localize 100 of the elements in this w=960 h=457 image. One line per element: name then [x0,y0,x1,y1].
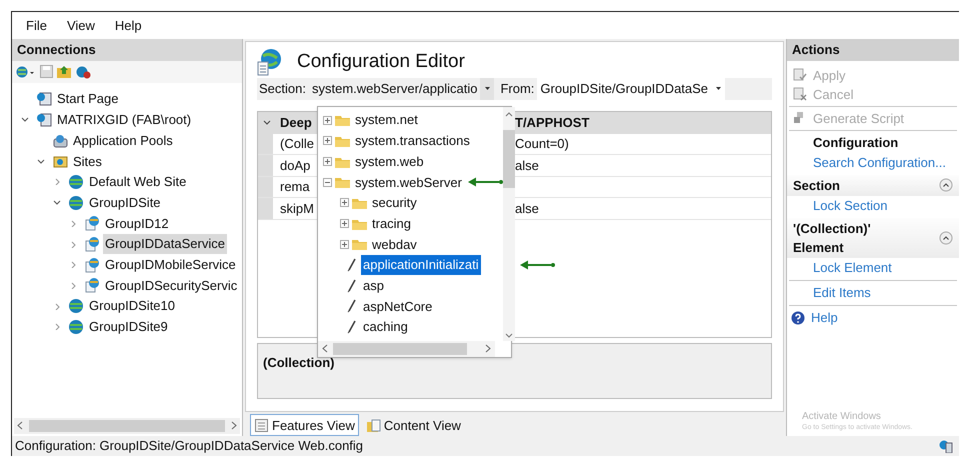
menu-item[interactable]: File [26,16,47,36]
collapsed-icon[interactable] [54,178,60,186]
action-heading: Configuration [813,134,898,152]
collapsed-icon[interactable] [54,302,60,310]
horizontal-scrollbar[interactable] [318,340,495,357]
section-item[interactable]: system.transactions [353,131,472,151]
tree-item[interactable]: GroupIDDataService [103,234,227,254]
section-label: Section: [259,80,306,98]
collapsed-icon[interactable] [70,261,76,268]
pen-icon [346,320,358,334]
pen-icon [346,278,358,293]
scroll-right-icon[interactable] [485,344,491,354]
action-link[interactable]: Lock Section [813,196,888,216]
folder-icon [335,134,350,147]
tree-item[interactable]: Sites [71,152,104,172]
expand-icon[interactable] [340,240,349,249]
tree-item[interactable]: MATRIXGID (FAB\root) [55,110,194,130]
scroll-left-icon[interactable] [322,344,328,354]
expand-icon[interactable] [323,116,332,125]
section-item[interactable]: tracing [370,214,414,234]
section-item[interactable]: system.webServer [353,172,464,192]
section-item[interactable]: system.web [353,152,426,172]
scroll-thumb[interactable] [333,342,467,355]
tree-item[interactable]: GroupIDSite10 [87,296,177,316]
status-text: Configuration: GroupIDSite/GroupIDDataService Web.config [15,437,364,456]
scrollbar[interactable] [14,418,240,434]
section-item[interactable]: security [370,193,419,213]
folder-icon [335,114,350,126]
scroll-thumb[interactable] [502,130,515,188]
action-link[interactable]: Edit Items [813,283,871,303]
caret-icon [716,87,721,90]
property-value: alse [515,156,539,175]
collapsed-icon[interactable] [70,240,76,248]
cancel-icon [793,87,807,102]
activation-notice: Activate Windows [802,410,882,423]
expand-icon[interactable] [340,198,349,208]
scroll-left-icon[interactable] [17,421,23,430]
section-dropdown[interactable]: system.webServer/applicatio [308,78,494,100]
property-name: (Colle [280,136,314,152]
expanded-icon[interactable] [37,158,45,164]
grid-header: Deep [280,115,312,130]
start-page-icon [36,91,52,108]
from-dropdown[interactable]: GroupIDSite/GroupIDDataSe [537,78,726,100]
action-link[interactable]: Lock Element [813,258,892,278]
tree-item[interactable]: Application Pools [71,130,175,150]
section-item[interactable]: asp [361,276,386,296]
folder-up-icon[interactable] [57,65,72,78]
help-icon[interactable] [791,310,805,325]
panel-header: Connections [12,38,242,61]
tree-item[interactable]: Start Page [55,89,120,109]
server-icon [36,112,52,128]
list-page-icon [254,418,269,433]
property-name: skipM [280,200,314,216]
expanded-icon[interactable] [21,117,29,122]
property-name: doAp [280,158,310,173]
web-app-icon [84,277,100,294]
scroll-down-icon[interactable] [504,332,513,338]
collapse-icon[interactable] [939,178,953,192]
expand-icon[interactable] [323,136,332,146]
globe-document-icon [257,48,283,76]
section-item[interactable]: webdav [370,234,419,254]
section-tree-dropdown[interactable]: system.net system.transactions system.web system.webServer security tracing webdav applicationInitializati asp aspNetCore caching [317,106,512,358]
tree-item[interactable]: GroupID12 [103,214,171,234]
action-link[interactable]: Search Configuration... [813,153,946,173]
menu-item[interactable]: Help [114,16,142,36]
action-link[interactable]: Help [811,308,838,328]
tree-item[interactable]: GroupIDSecurityServic [103,276,240,296]
expand-icon[interactable] [323,157,332,166]
collapse-icon[interactable] [323,178,332,187]
group-header: Section [793,176,841,195]
section-item[interactable]: caching [361,317,410,337]
scroll-right-icon[interactable] [231,421,237,430]
section-item[interactable]: system.net [353,110,420,130]
server-icon [939,438,953,453]
tree-item[interactable]: GroupIDSite9 [87,317,170,337]
view-tab[interactable]: Content View [362,414,465,436]
folder-page-icon [366,418,381,433]
collapse-icon[interactable] [263,120,271,126]
tree-item[interactable]: Default Web Site [87,172,188,192]
globe-icon [68,318,84,335]
tree-item[interactable]: GroupIDSite [87,192,163,212]
collapse-icon[interactable] [939,230,953,245]
scroll-thumb[interactable] [29,420,225,432]
globe-icon [68,298,84,314]
section-item[interactable]: aspNetCore [361,296,434,316]
collapsed-icon[interactable] [70,220,76,227]
view-tab[interactable]: Features View [250,414,359,436]
vertical-scrollbar[interactable] [502,106,515,341]
section-item[interactable]: applicationInitializati [361,255,481,275]
scroll-up-icon[interactable] [504,112,513,117]
globe-icon[interactable] [16,64,36,79]
expand-icon[interactable] [340,219,349,228]
web-app-icon [84,215,100,232]
collapsed-icon[interactable] [70,282,76,289]
tree-item[interactable]: GroupIDMobileService [103,254,238,274]
expanded-icon[interactable] [53,200,61,206]
globe-icon [68,174,84,190]
collapsed-icon[interactable] [54,323,60,330]
menu-item[interactable]: View [66,16,95,36]
caret-icon [484,87,490,90]
